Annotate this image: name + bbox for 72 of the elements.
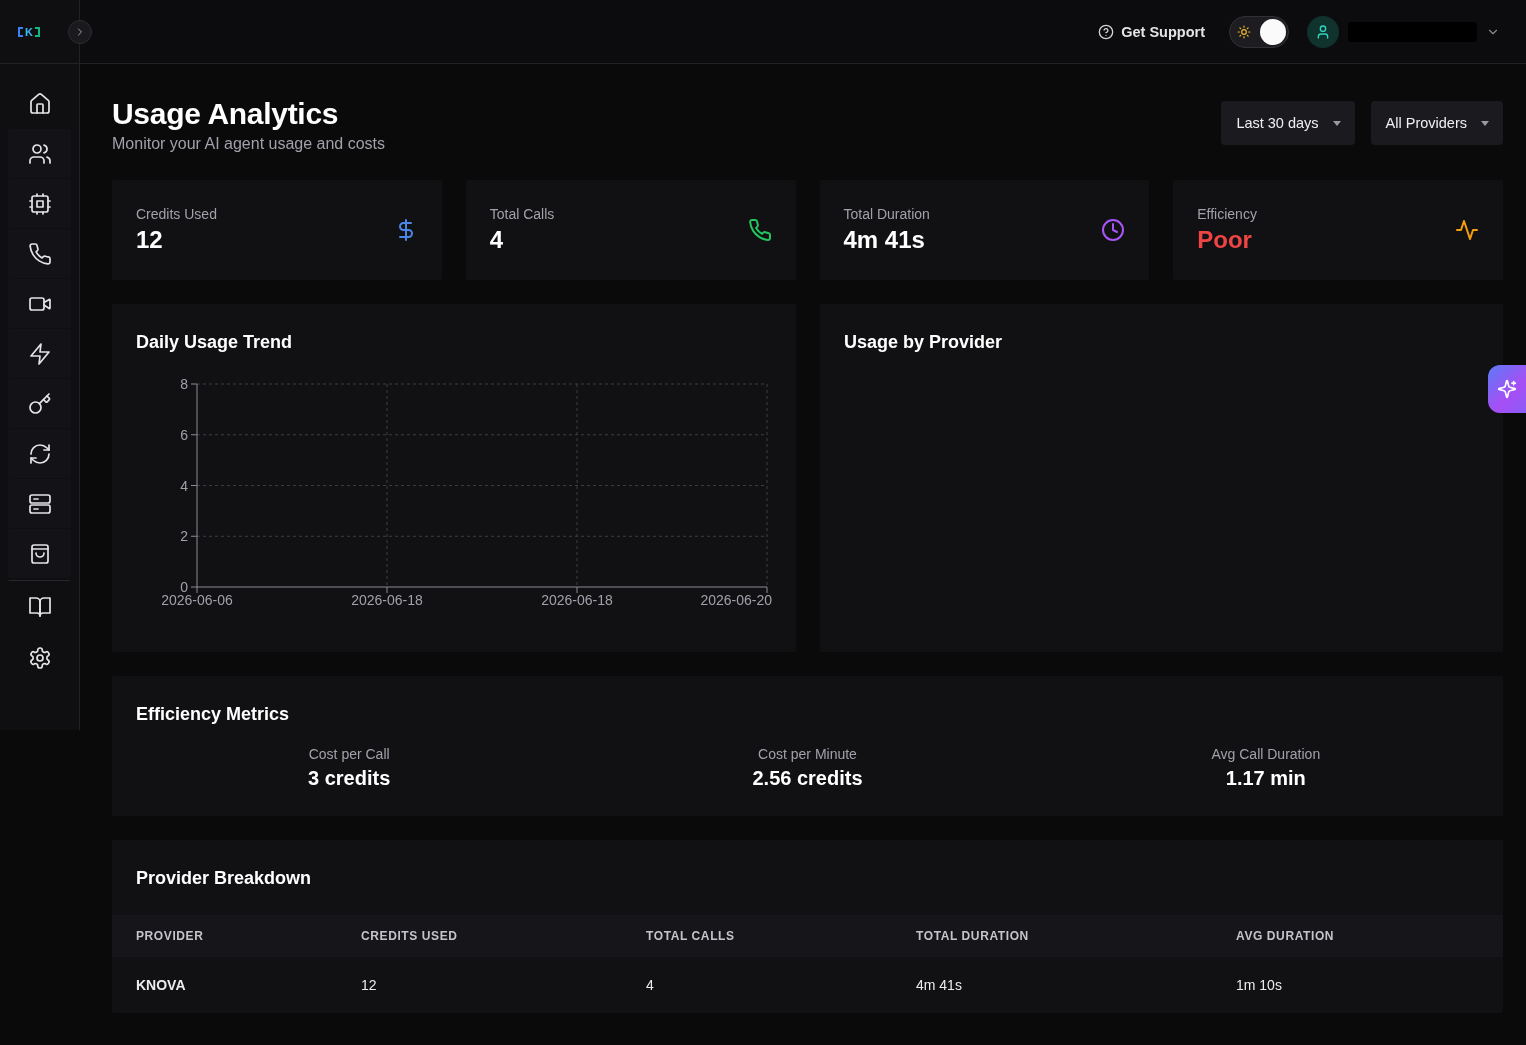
sidebar-nav-item[interactable]: [8, 479, 71, 528]
table-cell: 4m 41s: [892, 957, 1212, 1013]
y-axis-tick-label: 8: [180, 376, 188, 392]
sidebar-nav-item[interactable]: [8, 329, 71, 378]
stat-label: Total Calls: [489, 205, 555, 224]
user-icon: [1315, 23, 1331, 40]
stat-label: Credits Used: [136, 205, 217, 224]
page-title: Usage Analytics: [112, 96, 340, 132]
panel-title: Efficiency Metrics: [136, 703, 291, 726]
sidebar-nav-item[interactable]: [8, 229, 71, 278]
column-header: CREDITS USED: [337, 915, 622, 957]
server-icon: [27, 491, 52, 516]
help-icon: [1098, 23, 1115, 40]
metric-label: Avg Call Duration: [1210, 745, 1322, 764]
column-header: AVG DURATION: [1212, 915, 1503, 957]
x-axis-tick-label: 2026-06-18: [351, 592, 423, 608]
house-icon: [27, 91, 52, 116]
key-icon: [27, 391, 52, 416]
page-subtitle: Monitor your AI agent usage and costs: [112, 134, 386, 154]
stat-value: 4: [489, 225, 505, 255]
metric-value: 3 credits: [307, 766, 392, 791]
filter-dropdown[interactable]: Last 30 days: [1221, 101, 1355, 145]
lightning-icon: [27, 341, 52, 366]
metric-label: Cost per Minute: [757, 745, 858, 764]
logo: K: [18, 24, 40, 39]
sun-icon: [1237, 24, 1251, 39]
column-header: TOTAL DURATION: [892, 915, 1212, 957]
x-axis-tick-label: 2026-06-06: [161, 592, 233, 608]
settings-icon: [27, 645, 52, 670]
avatar[interactable]: [1307, 15, 1339, 48]
book-icon: [27, 594, 52, 619]
table-cell: KNOVA: [112, 957, 337, 1013]
column-header: TOTAL CALLS: [622, 915, 892, 957]
stat-label: Efficiency: [1197, 205, 1257, 224]
caret-icon: [1481, 120, 1489, 126]
column-header: PROVIDER: [112, 915, 337, 957]
filter-dropdown[interactable]: All Providers: [1370, 101, 1503, 145]
caret-icon: [1332, 120, 1341, 126]
sparkles-icon: [1497, 379, 1517, 399]
chip-icon: [27, 191, 52, 216]
refresh-icon: [27, 441, 52, 466]
y-axis-tick-label: 6: [180, 426, 188, 443]
assistant-button[interactable]: [1488, 365, 1526, 413]
panel-title: Usage by Provider: [844, 331, 1004, 354]
phone-icon: [27, 241, 52, 266]
metric-value: 1.17 min: [1224, 766, 1307, 791]
theme-toggle[interactable]: [1229, 15, 1289, 48]
stat-value: Poor: [1197, 225, 1253, 255]
y-axis-tick-label: 2: [180, 528, 188, 545]
y-axis-tick-label: 0: [180, 579, 188, 595]
sidebar-nav-item[interactable]: [8, 179, 71, 228]
sidebar-nav-item[interactable]: [8, 379, 71, 428]
users-icon: [27, 141, 52, 166]
sidebar-nav-item[interactable]: [8, 429, 71, 478]
sidebar-nav-item[interactable]: [8, 129, 71, 178]
stat-value: 12: [136, 225, 164, 255]
panel-title: Daily Usage Trend: [136, 331, 294, 354]
sidebar-nav-item[interactable]: [8, 279, 71, 328]
stat-label: Total Duration: [843, 205, 930, 224]
metric-label: Cost per Call: [307, 745, 391, 764]
x-axis-tick-label: 2026-06-18: [541, 592, 613, 608]
y-axis-tick-label: 4: [180, 477, 188, 494]
stat-value: 4m 41s: [843, 225, 926, 255]
toggle-knob[interactable]: [1260, 18, 1286, 45]
table-cell: 12: [337, 957, 622, 1013]
metric-value: 2.56 credits: [751, 766, 864, 791]
x-axis-tick-label: 2026-06-20: [700, 592, 772, 608]
table-cell: 4: [622, 957, 892, 1013]
panel-title: Provider Breakdown: [135, 867, 313, 890]
get-support-link[interactable]: Get Support: [1098, 23, 1205, 40]
sidebar-nav-item[interactable]: [8, 529, 71, 578]
table-cell: 1m 10s: [1212, 957, 1503, 1013]
